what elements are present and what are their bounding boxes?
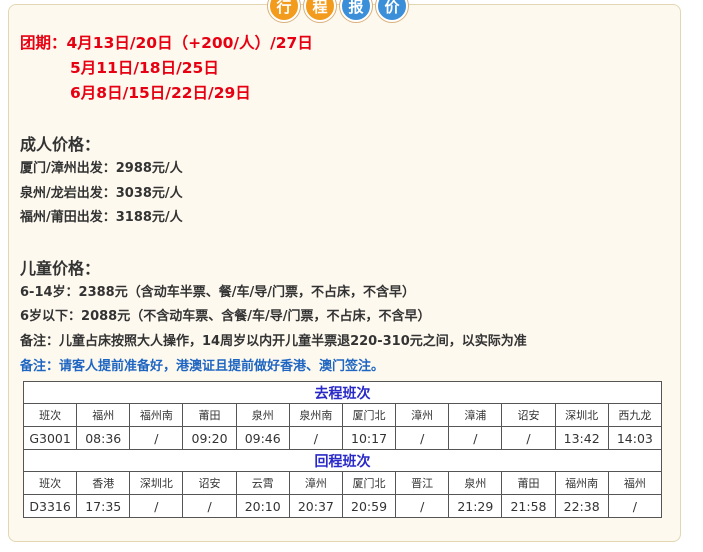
station-cell: 诏安 bbox=[501, 403, 556, 427]
station-cell: 厦门北 bbox=[341, 403, 397, 427]
return-title: 回程班次 bbox=[23, 449, 662, 472]
child-price-under-6: 6岁以下：2088元（不含动车票、含餐/车/导/门票，不占床，不含早） bbox=[20, 309, 431, 324]
time-cell: 13:42 bbox=[554, 426, 609, 450]
time-cell: 20:10 bbox=[235, 494, 290, 518]
train-schedule-table: 去程班次 班次 福州 福州南 莆田 泉州 泉州南 厦门北 漳州 漳浦 诏安 深圳… bbox=[22, 381, 663, 518]
child-price-heading: 儿童价格： bbox=[20, 259, 101, 278]
station-cell: 福州南 bbox=[554, 471, 609, 495]
station-cell: 晋江 bbox=[395, 471, 450, 495]
station-cell: 莆田 bbox=[501, 471, 556, 495]
train-number-cell: G3001 bbox=[22, 426, 78, 450]
time-cell: 22:38 bbox=[554, 494, 609, 518]
station-cell: 福州 bbox=[607, 471, 663, 495]
time-cell: 20:59 bbox=[341, 494, 397, 518]
time-cell: / bbox=[129, 494, 184, 518]
time-cell: 17:35 bbox=[76, 494, 131, 518]
outbound-title: 去程班次 bbox=[23, 381, 662, 404]
time-cell: 20:37 bbox=[288, 494, 343, 518]
outbound-time-row: G3001 08:36 / 09:20 09:46 / 10:17 / / / … bbox=[22, 426, 663, 450]
time-cell: / bbox=[182, 494, 237, 518]
outbound-station-row: 班次 福州 福州南 莆田 泉州 泉州南 厦门北 漳州 漳浦 诏安 深圳北 西九龙 bbox=[22, 403, 663, 427]
station-cell: 福州 bbox=[76, 403, 131, 427]
time-cell: / bbox=[129, 426, 184, 450]
adult-price-xiamen: 厦门/漳州出发：2988元/人 bbox=[20, 161, 183, 176]
time-cell: / bbox=[288, 426, 343, 450]
adult-price-heading: 成人价格： bbox=[20, 135, 101, 154]
time-cell: / bbox=[501, 426, 556, 450]
return-station-row: 班次 香港 深圳北 诏安 云霄 漳州 厦门北 晋江 泉州 莆田 福州南 福州 bbox=[22, 471, 663, 495]
dates-line-2: 5月11日/18日/25日 bbox=[70, 59, 219, 77]
station-cell: 泉州 bbox=[235, 403, 290, 427]
station-cell: 厦门北 bbox=[341, 471, 397, 495]
badge-xing: 行 bbox=[268, 0, 300, 22]
adult-price-quanzhou: 泉州/龙岩出发：3038元/人 bbox=[20, 186, 183, 201]
station-cell: 深圳北 bbox=[554, 403, 609, 427]
station-cell: 班次 bbox=[22, 403, 78, 427]
time-cell: 09:46 bbox=[235, 426, 290, 450]
station-cell: 福州南 bbox=[129, 403, 184, 427]
dates-line-3: 6月8日/15日/22日/29日 bbox=[70, 84, 251, 102]
station-cell: 漳州 bbox=[288, 471, 343, 495]
time-cell: / bbox=[448, 426, 503, 450]
time-cell: / bbox=[395, 494, 450, 518]
time-cell: / bbox=[395, 426, 450, 450]
time-cell: 09:20 bbox=[182, 426, 237, 450]
station-cell: 香港 bbox=[76, 471, 131, 495]
station-cell: 云霄 bbox=[235, 471, 290, 495]
time-cell: 14:03 bbox=[607, 426, 663, 450]
station-cell: 泉州 bbox=[448, 471, 503, 495]
adult-price-fuzhou: 福州/莆田出发：3188元/人 bbox=[20, 210, 183, 225]
station-cell: 漳州 bbox=[395, 403, 450, 427]
station-cell: 班次 bbox=[22, 471, 78, 495]
time-cell: 21:29 bbox=[448, 494, 503, 518]
station-cell: 深圳北 bbox=[129, 471, 184, 495]
outbound-title-row: 去程班次 bbox=[23, 381, 662, 404]
return-title-row: 回程班次 bbox=[23, 449, 662, 472]
badge-bao: 报 bbox=[340, 0, 372, 22]
time-cell: / bbox=[607, 494, 663, 518]
visa-note: 备注：请客人提前准备好，港澳证且提前做好香港、澳门签注。 bbox=[20, 359, 385, 374]
station-cell: 漳浦 bbox=[448, 403, 503, 427]
train-number-cell: D3316 bbox=[22, 494, 78, 518]
badge-cheng: 程 bbox=[304, 0, 336, 22]
time-cell: 10:17 bbox=[341, 426, 397, 450]
section-badges: 行 程 报 价 bbox=[268, 0, 408, 22]
station-cell: 西九龙 bbox=[607, 403, 663, 427]
station-cell: 莆田 bbox=[182, 403, 237, 427]
time-cell: 21:58 bbox=[501, 494, 556, 518]
child-price-6-14: 6-14岁：2388元（含动车半票、餐/车/导/门票，不占床，不含早） bbox=[20, 285, 415, 300]
badge-jia: 价 bbox=[376, 0, 408, 22]
station-cell: 泉州南 bbox=[288, 403, 343, 427]
station-cell: 诏安 bbox=[182, 471, 237, 495]
return-time-row: D3316 17:35 / / 20:10 20:37 20:59 / 21:2… bbox=[22, 494, 663, 518]
child-price-remark: 备注：儿童占床按照大人操作，14周岁以内开儿童半票退220-310元之间，以实际… bbox=[20, 334, 527, 349]
time-cell: 08:36 bbox=[76, 426, 131, 450]
dates-line-1: 团期：4月13日/20日（+200/人）/27日 bbox=[20, 34, 313, 52]
